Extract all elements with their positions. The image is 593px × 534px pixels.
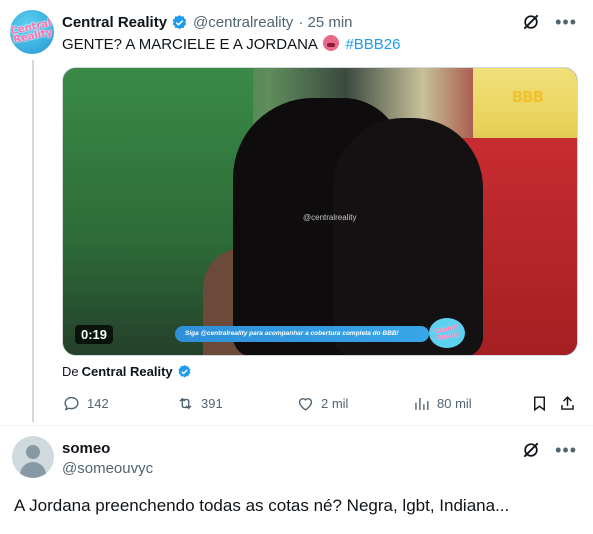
views-count: 80 mil (437, 396, 472, 411)
bbb-logo: BBB (511, 88, 544, 106)
timestamp[interactable]: · 25 min (298, 14, 352, 31)
reply-author-handle[interactable]: @someouvyc (62, 460, 153, 477)
video-person-hair-right (333, 118, 483, 355)
tweet-header: Central Reality @centralreality · 25 min (62, 12, 353, 32)
grok-icon[interactable] (521, 440, 541, 460)
reply-author-name[interactable]: someo (62, 440, 110, 457)
from-attribution: De Central Reality (62, 364, 192, 379)
views-button[interactable]: 80 mil (412, 394, 472, 413)
tweet-actions: 142 391 2 mil 80 mil (62, 394, 582, 416)
default-avatar-body (20, 462, 46, 478)
tweet-text: GENTE? A MARCIELE E A JORDANA #BBB26 (62, 34, 400, 56)
from-prefix: De (62, 364, 79, 379)
repost-count: 391 (201, 396, 223, 411)
divider (0, 425, 593, 426)
author-name[interactable]: Central Reality (62, 14, 167, 31)
tweet-top-actions: ••• (521, 12, 577, 32)
repost-icon (179, 397, 192, 410)
avatar-logo-text: Central Reality (10, 17, 54, 46)
reply-count: 142 (87, 396, 109, 411)
bookmark-icon (534, 396, 545, 412)
bookmark-button[interactable] (530, 394, 549, 413)
reply-icon (64, 396, 79, 411)
pouting-face-emoji-icon (323, 35, 340, 51)
tweet-text-main: GENTE? A MARCIELE E A JORDANA (62, 36, 318, 53)
video-watermark: @centralreality (303, 213, 357, 222)
like-count: 2 mil (321, 396, 349, 411)
share-button[interactable] (558, 394, 577, 413)
verified-badge-icon (178, 364, 191, 378)
video-banner: Siga @centralreality para acompanhar a c… (175, 326, 429, 342)
banner-logo: Central Reality (429, 318, 465, 348)
grok-icon[interactable] (521, 12, 541, 32)
like-button[interactable]: 2 mil (296, 394, 348, 413)
banner-logo-text: Central Reality (433, 323, 460, 343)
thread-line (32, 60, 34, 422)
share-icon (561, 396, 574, 410)
avatar[interactable]: Central Reality (10, 10, 54, 54)
more-options-icon[interactable]: ••• (555, 13, 577, 31)
from-author-link[interactable]: Central Reality (82, 364, 173, 379)
author-handle[interactable]: @centralreality (193, 14, 293, 31)
video-player[interactable]: BBB @centralreality Siga @centralreality… (62, 67, 578, 356)
default-avatar-head (26, 445, 40, 459)
more-options-icon[interactable]: ••• (555, 441, 577, 459)
views-icon (415, 397, 429, 410)
hashtag-link[interactable]: #BBB26 (345, 36, 400, 53)
reply-text: A Jordana preenchendo todas as cotas né?… (14, 496, 510, 515)
repost-button[interactable]: 391 (176, 394, 223, 413)
video-duration: 0:19 (75, 325, 114, 344)
reply-avatar[interactable] (12, 436, 54, 478)
verified-badge-icon (172, 14, 187, 29)
heart-icon (298, 398, 313, 411)
reply-top-actions: ••• (521, 440, 577, 460)
reply-button[interactable]: 142 (62, 394, 109, 413)
